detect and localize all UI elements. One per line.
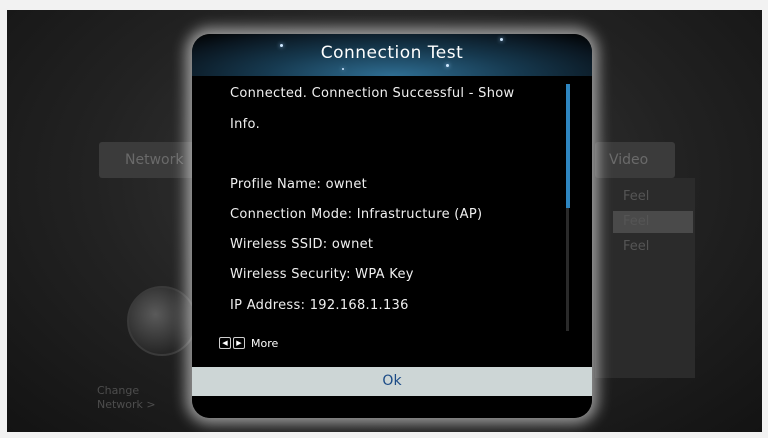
message-line: Info. — [230, 117, 261, 132]
sparkle-icon — [342, 68, 344, 70]
more-hint[interactable]: ◀ ▶ More — [219, 336, 278, 350]
sparkle-icon — [446, 64, 449, 67]
ip-address-line: IP Address: 192.168.1.136 — [230, 298, 409, 313]
connection-mode-line: Connection Mode: Infrastructure (AP) — [230, 207, 483, 222]
connection-test-dialog: Connection Test Connected. Connection Su… — [192, 34, 592, 418]
dialog-title-bar: Connection Test — [192, 34, 592, 76]
sparkle-icon — [500, 38, 503, 41]
bg-hint-change: Change — [97, 384, 140, 397]
bg-video-header: Video — [595, 142, 675, 178]
left-arrow-key-icon[interactable]: ◀ — [219, 337, 231, 349]
more-label: More — [251, 336, 279, 350]
bg-option: Feel — [623, 239, 650, 254]
bg-option: Feel — [623, 189, 650, 204]
dialog-title: Connection Test — [320, 43, 464, 63]
profile-name-line: Profile Name: ownet — [230, 177, 368, 192]
message-line: Connected. Connection Successful - Show — [230, 86, 515, 101]
scrollbar-thumb[interactable] — [566, 84, 570, 208]
wireless-security-line: Wireless Security: WPA Key — [230, 267, 414, 282]
right-arrow-key-icon[interactable]: ▶ — [233, 337, 245, 349]
bg-option: Feel — [613, 211, 693, 233]
globe-icon — [127, 286, 197, 356]
bg-network-header: Network — [99, 142, 199, 178]
ok-button[interactable]: Ok — [192, 367, 592, 396]
bg-settings-panel — [595, 178, 695, 378]
wireless-ssid-line: Wireless SSID: ownet — [230, 237, 374, 252]
bg-hint-path: Network > — [97, 398, 156, 411]
dialog-footer — [192, 396, 592, 418]
